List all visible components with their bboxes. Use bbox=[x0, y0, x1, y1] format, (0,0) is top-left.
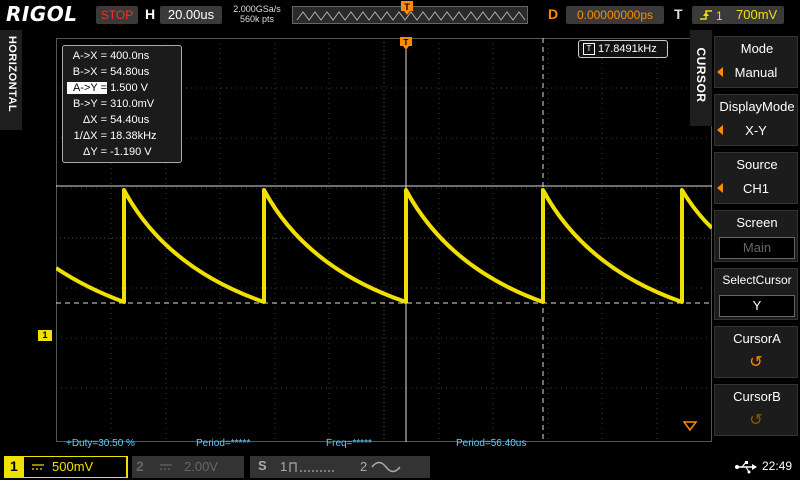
menu-screen-value: Main bbox=[719, 237, 795, 259]
svg-text:T: T bbox=[404, 38, 409, 47]
menu-display-mode[interactable]: DisplayMode X-Y bbox=[714, 94, 798, 146]
ch1-number: 1 bbox=[10, 458, 18, 474]
meas-dx: ΔX = 54.40us bbox=[82, 114, 150, 126]
meas-freq: Freq=***** bbox=[326, 438, 372, 449]
trigger-label: T bbox=[674, 6, 683, 22]
svg-text:1: 1 bbox=[716, 9, 723, 22]
ch2-scale: 2.00V bbox=[184, 459, 218, 474]
menu-source[interactable]: Source CH1 bbox=[714, 152, 798, 204]
menu-mode-title: Mode bbox=[740, 41, 774, 56]
horizontal-label: H bbox=[145, 6, 156, 22]
meas-ay: A->Y = 1.500 V bbox=[67, 82, 148, 94]
menu-screen-title: Screen bbox=[736, 215, 778, 230]
counter-icon: T bbox=[583, 43, 595, 55]
menu-cursor-a-title: CursorA bbox=[733, 331, 781, 346]
menu-display-mode-value: X-Y bbox=[745, 123, 767, 138]
meas-duty: +Duty=30.50 % bbox=[66, 438, 135, 449]
meas-ax: A->X = 400.0ns bbox=[72, 50, 150, 62]
timebase-value[interactable]: 20.00us bbox=[160, 6, 222, 24]
menu-select-cursor[interactable]: SelectCursor Y bbox=[714, 268, 798, 320]
menu-mode-value: Manual bbox=[734, 65, 778, 80]
frequency-counter: T 17.8491kHz bbox=[578, 40, 668, 58]
sample-rate-info: 2.000GSa/s 560k pts bbox=[226, 4, 288, 24]
meas-period-1: Period=***** bbox=[196, 438, 251, 449]
sine-wave-icon bbox=[371, 461, 401, 473]
trigger-level-marker-icon bbox=[682, 421, 698, 432]
menu-mode[interactable]: Mode Manual bbox=[714, 36, 798, 88]
math-label: S bbox=[258, 458, 267, 473]
menu-cursor-b[interactable]: CursorB ↺ bbox=[714, 384, 798, 436]
s1-pulse-icon bbox=[289, 462, 334, 472]
clock: 22:49 bbox=[762, 459, 793, 473]
usb-icon bbox=[735, 461, 757, 474]
dc-coupling-icon bbox=[32, 464, 44, 470]
trigger-edge-icon: 1 bbox=[700, 9, 723, 22]
ch1-ground-marker[interactable]: 1 bbox=[38, 330, 52, 341]
menu-select-cursor-title: SelectCursor bbox=[722, 273, 792, 287]
menu-cursor-b-title: CursorB bbox=[733, 389, 781, 404]
ch2-coupling-icon bbox=[160, 464, 172, 470]
menu-select-cursor-value: Y bbox=[719, 295, 795, 317]
meas-by: B->Y = 310.0mV bbox=[72, 98, 155, 110]
menu-cursor-a[interactable]: CursorA ↺ bbox=[714, 326, 798, 378]
run-stop-status[interactable]: STOP bbox=[96, 6, 138, 24]
trigger-marker-icon[interactable]: T bbox=[398, 36, 414, 52]
frequency-counter-value: 17.8491kHz bbox=[598, 43, 657, 55]
meas-inv-dx: 1/ΔX = 18.38kHz bbox=[73, 130, 157, 142]
menu-screen[interactable]: Screen Main bbox=[714, 210, 798, 262]
rotate-knob-icon: ↺ bbox=[749, 354, 763, 371]
meas-period-2: Period=56.40us bbox=[456, 438, 527, 449]
meas-bx: B->X = 54.80us bbox=[72, 66, 150, 78]
menu-display-mode-title: DisplayMode bbox=[719, 99, 795, 114]
brand-logo: RIGOL bbox=[6, 2, 78, 26]
cursor-tab-label: CURSOR bbox=[694, 47, 708, 103]
meas-dy: ΔY = -1.190 V bbox=[83, 146, 152, 158]
rotate-knob-icon-dim: ↺ bbox=[749, 412, 763, 429]
auto-measurement-line: +Duty=30.50 % Period=***** Freq=***** Pe… bbox=[56, 438, 712, 450]
cursor-measurement-panel: A->X = 400.0ns B->X = 54.80us A->Y = 1.5… bbox=[62, 45, 182, 163]
math-s1-number: 1 bbox=[280, 459, 288, 474]
ch1-scale: 500mV bbox=[52, 459, 94, 474]
math-s2-number: 2 bbox=[360, 459, 368, 474]
delay-label: D bbox=[548, 6, 559, 22]
memory-depth: 560k pts bbox=[239, 14, 275, 24]
trigger-level-value[interactable]: 700mV bbox=[736, 6, 777, 24]
sample-rate: 2.000GSa/s bbox=[233, 4, 281, 14]
menu-source-value: CH1 bbox=[742, 181, 769, 196]
trigger-delay-value[interactable]: 0.00000000ps bbox=[566, 6, 664, 24]
horizontal-tab-label: HORIZONTAL bbox=[6, 35, 18, 113]
trigger-position-icon[interactable]: T bbox=[400, 0, 414, 16]
svg-text:T: T bbox=[404, 2, 410, 12]
ch2-number: 2 bbox=[136, 458, 144, 474]
menu-source-title: Source bbox=[736, 157, 778, 172]
